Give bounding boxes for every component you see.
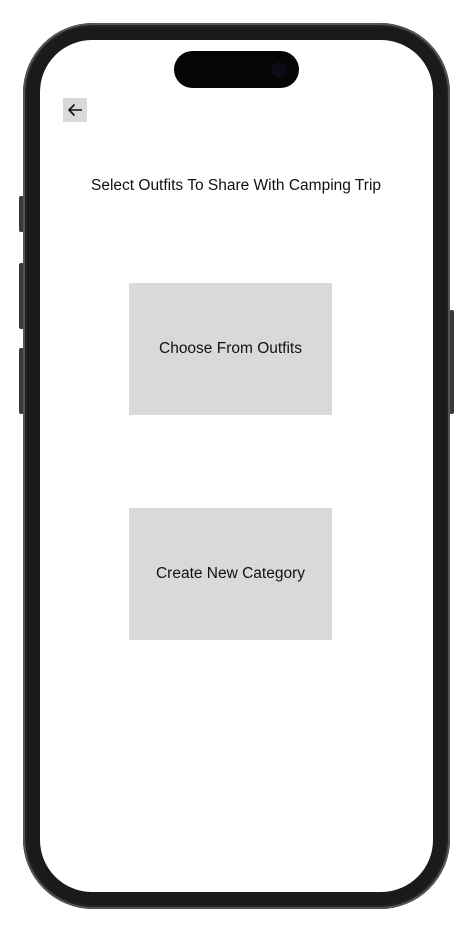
arrow-left-icon	[67, 103, 82, 117]
create-new-category-button[interactable]: Create New Category	[129, 508, 332, 640]
back-button[interactable]	[63, 98, 87, 122]
choose-from-outfits-button[interactable]: Choose From Outfits	[129, 283, 332, 415]
camera-icon	[271, 62, 287, 78]
page-title: Select Outfits To Share With Camping Tri…	[91, 177, 382, 194]
screen	[40, 40, 433, 892]
